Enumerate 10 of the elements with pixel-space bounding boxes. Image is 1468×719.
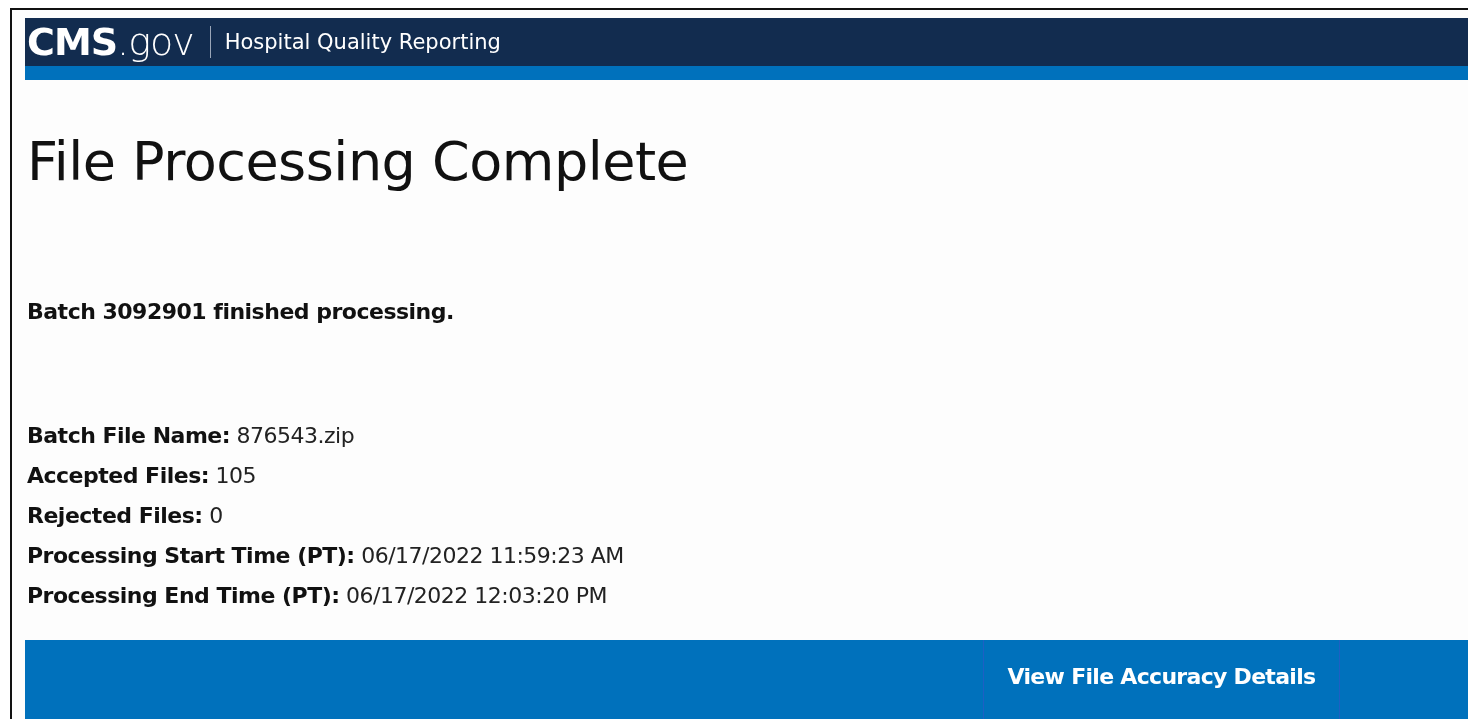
status-message: Batch 3092901 finished processing. [27,299,455,324]
view-details-button[interactable]: View File Accuracy Details [983,640,1340,719]
detail-line: Processing End Time (PT): 06/17/2022 12:03:20 PM [27,582,608,610]
detail-line: Processing Start Time (PT): 06/17/2022 11:59:23 AM [27,542,625,570]
detail-line: Batch File Name: 876543.zip [27,422,356,450]
site-name: Hospital Quality Reporting [224,30,501,54]
detail-line: Rejected Files: 0 [27,502,224,530]
detail-line: Accepted Files: 105 [27,462,258,490]
page-title: File Processing Complete [27,130,690,193]
site-logo[interactable]: CMS.gov [27,23,194,61]
